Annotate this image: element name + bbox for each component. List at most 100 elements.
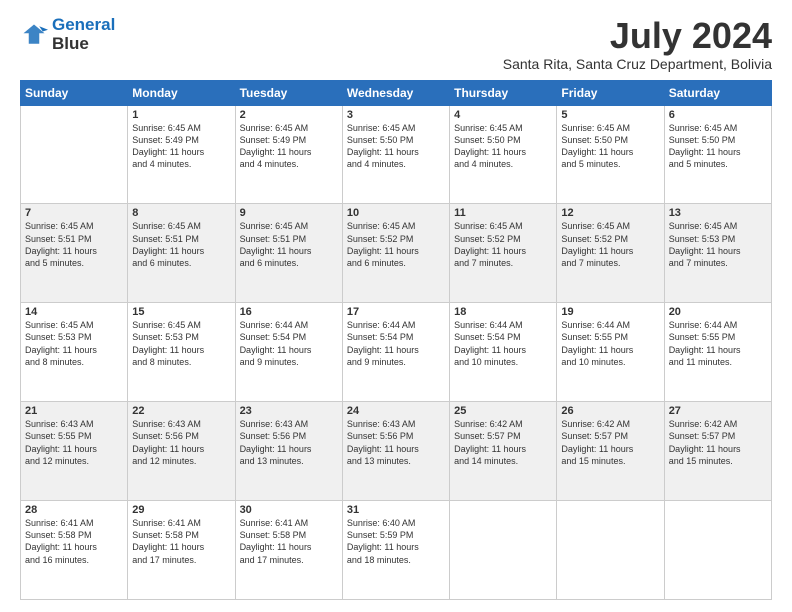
day-number: 22 — [132, 405, 230, 417]
month-year: July 2024 — [503, 16, 772, 56]
logo-bird-icon — [20, 21, 48, 49]
day-header-thursday: Thursday — [450, 80, 557, 105]
day-number: 20 — [669, 306, 767, 318]
day-number: 30 — [240, 504, 338, 516]
day-number: 12 — [561, 207, 659, 219]
calendar-cell: 18Sunrise: 6:44 AMSunset: 5:54 PMDayligh… — [450, 303, 557, 402]
calendar-cell: 22Sunrise: 6:43 AMSunset: 5:56 PMDayligh… — [128, 402, 235, 501]
calendar-cell: 21Sunrise: 6:43 AMSunset: 5:55 PMDayligh… — [21, 402, 128, 501]
day-info: Sunrise: 6:45 AMSunset: 5:53 PMDaylight:… — [669, 220, 767, 269]
day-info: Sunrise: 6:43 AMSunset: 5:56 PMDaylight:… — [240, 418, 338, 467]
day-info: Sunrise: 6:44 AMSunset: 5:55 PMDaylight:… — [669, 319, 767, 368]
calendar-cell: 31Sunrise: 6:40 AMSunset: 5:59 PMDayligh… — [342, 501, 449, 600]
day-number: 25 — [454, 405, 552, 417]
day-info: Sunrise: 6:45 AMSunset: 5:50 PMDaylight:… — [561, 122, 659, 171]
day-info: Sunrise: 6:41 AMSunset: 5:58 PMDaylight:… — [240, 517, 338, 566]
logo: General Blue — [20, 16, 115, 53]
calendar-cell: 5Sunrise: 6:45 AMSunset: 5:50 PMDaylight… — [557, 105, 664, 204]
day-info: Sunrise: 6:45 AMSunset: 5:50 PMDaylight:… — [669, 122, 767, 171]
calendar-header-row: SundayMondayTuesdayWednesdayThursdayFrid… — [21, 80, 772, 105]
day-number: 10 — [347, 207, 445, 219]
calendar-cell: 26Sunrise: 6:42 AMSunset: 5:57 PMDayligh… — [557, 402, 664, 501]
calendar-cell: 20Sunrise: 6:44 AMSunset: 5:55 PMDayligh… — [664, 303, 771, 402]
calendar-week-row: 7Sunrise: 6:45 AMSunset: 5:51 PMDaylight… — [21, 204, 772, 303]
calendar-cell: 11Sunrise: 6:45 AMSunset: 5:52 PMDayligh… — [450, 204, 557, 303]
calendar-cell: 19Sunrise: 6:44 AMSunset: 5:55 PMDayligh… — [557, 303, 664, 402]
calendar-cell: 27Sunrise: 6:42 AMSunset: 5:57 PMDayligh… — [664, 402, 771, 501]
day-info: Sunrise: 6:45 AMSunset: 5:49 PMDaylight:… — [240, 122, 338, 171]
day-number: 3 — [347, 109, 445, 121]
day-info: Sunrise: 6:45 AMSunset: 5:49 PMDaylight:… — [132, 122, 230, 171]
day-info: Sunrise: 6:43 AMSunset: 5:55 PMDaylight:… — [25, 418, 123, 467]
day-info: Sunrise: 6:44 AMSunset: 5:54 PMDaylight:… — [347, 319, 445, 368]
day-number: 11 — [454, 207, 552, 219]
calendar-cell: 3Sunrise: 6:45 AMSunset: 5:50 PMDaylight… — [342, 105, 449, 204]
day-info: Sunrise: 6:42 AMSunset: 5:57 PMDaylight:… — [669, 418, 767, 467]
calendar-cell: 12Sunrise: 6:45 AMSunset: 5:52 PMDayligh… — [557, 204, 664, 303]
calendar-cell: 25Sunrise: 6:42 AMSunset: 5:57 PMDayligh… — [450, 402, 557, 501]
calendar-week-row: 14Sunrise: 6:45 AMSunset: 5:53 PMDayligh… — [21, 303, 772, 402]
day-info: Sunrise: 6:41 AMSunset: 5:58 PMDaylight:… — [132, 517, 230, 566]
calendar-cell: 1Sunrise: 6:45 AMSunset: 5:49 PMDaylight… — [128, 105, 235, 204]
title-block: July 2024 Santa Rita, Santa Cruz Departm… — [503, 16, 772, 72]
calendar-cell: 16Sunrise: 6:44 AMSunset: 5:54 PMDayligh… — [235, 303, 342, 402]
calendar-cell: 10Sunrise: 6:45 AMSunset: 5:52 PMDayligh… — [342, 204, 449, 303]
day-header-tuesday: Tuesday — [235, 80, 342, 105]
calendar-cell: 9Sunrise: 6:45 AMSunset: 5:51 PMDaylight… — [235, 204, 342, 303]
calendar-cell — [664, 501, 771, 600]
calendar-cell — [557, 501, 664, 600]
calendar-cell — [21, 105, 128, 204]
day-info: Sunrise: 6:45 AMSunset: 5:52 PMDaylight:… — [561, 220, 659, 269]
day-number: 4 — [454, 109, 552, 121]
day-number: 23 — [240, 405, 338, 417]
day-number: 5 — [561, 109, 659, 121]
day-info: Sunrise: 6:40 AMSunset: 5:59 PMDaylight:… — [347, 517, 445, 566]
day-header-friday: Friday — [557, 80, 664, 105]
calendar-cell: 6Sunrise: 6:45 AMSunset: 5:50 PMDaylight… — [664, 105, 771, 204]
header: General Blue July 2024 Santa Rita, Santa… — [20, 16, 772, 72]
calendar-cell: 7Sunrise: 6:45 AMSunset: 5:51 PMDaylight… — [21, 204, 128, 303]
day-header-monday: Monday — [128, 80, 235, 105]
location: Santa Rita, Santa Cruz Department, Boliv… — [503, 56, 772, 72]
day-info: Sunrise: 6:45 AMSunset: 5:52 PMDaylight:… — [454, 220, 552, 269]
day-info: Sunrise: 6:45 AMSunset: 5:53 PMDaylight:… — [25, 319, 123, 368]
day-info: Sunrise: 6:44 AMSunset: 5:55 PMDaylight:… — [561, 319, 659, 368]
calendar-cell: 15Sunrise: 6:45 AMSunset: 5:53 PMDayligh… — [128, 303, 235, 402]
day-number: 27 — [669, 405, 767, 417]
day-number: 26 — [561, 405, 659, 417]
calendar-cell: 24Sunrise: 6:43 AMSunset: 5:56 PMDayligh… — [342, 402, 449, 501]
day-number: 17 — [347, 306, 445, 318]
day-info: Sunrise: 6:42 AMSunset: 5:57 PMDaylight:… — [454, 418, 552, 467]
day-number: 15 — [132, 306, 230, 318]
day-header-saturday: Saturday — [664, 80, 771, 105]
day-number: 18 — [454, 306, 552, 318]
day-number: 6 — [669, 109, 767, 121]
day-info: Sunrise: 6:44 AMSunset: 5:54 PMDaylight:… — [240, 319, 338, 368]
day-number: 8 — [132, 207, 230, 219]
day-header-wednesday: Wednesday — [342, 80, 449, 105]
calendar-table: SundayMondayTuesdayWednesdayThursdayFrid… — [20, 80, 772, 600]
calendar-cell: 14Sunrise: 6:45 AMSunset: 5:53 PMDayligh… — [21, 303, 128, 402]
calendar-cell: 13Sunrise: 6:45 AMSunset: 5:53 PMDayligh… — [664, 204, 771, 303]
calendar-cell: 28Sunrise: 6:41 AMSunset: 5:58 PMDayligh… — [21, 501, 128, 600]
calendar-cell: 23Sunrise: 6:43 AMSunset: 5:56 PMDayligh… — [235, 402, 342, 501]
day-number: 14 — [25, 306, 123, 318]
day-number: 9 — [240, 207, 338, 219]
page: General Blue July 2024 Santa Rita, Santa… — [0, 0, 792, 612]
day-info: Sunrise: 6:45 AMSunset: 5:53 PMDaylight:… — [132, 319, 230, 368]
calendar-cell: 29Sunrise: 6:41 AMSunset: 5:58 PMDayligh… — [128, 501, 235, 600]
day-number: 24 — [347, 405, 445, 417]
day-header-sunday: Sunday — [21, 80, 128, 105]
day-info: Sunrise: 6:45 AMSunset: 5:51 PMDaylight:… — [25, 220, 123, 269]
day-info: Sunrise: 6:44 AMSunset: 5:54 PMDaylight:… — [454, 319, 552, 368]
calendar-cell: 30Sunrise: 6:41 AMSunset: 5:58 PMDayligh… — [235, 501, 342, 600]
day-number: 19 — [561, 306, 659, 318]
calendar-cell: 17Sunrise: 6:44 AMSunset: 5:54 PMDayligh… — [342, 303, 449, 402]
day-info: Sunrise: 6:42 AMSunset: 5:57 PMDaylight:… — [561, 418, 659, 467]
calendar-cell: 2Sunrise: 6:45 AMSunset: 5:49 PMDaylight… — [235, 105, 342, 204]
logo-text: General Blue — [52, 16, 115, 53]
day-info: Sunrise: 6:45 AMSunset: 5:52 PMDaylight:… — [347, 220, 445, 269]
day-number: 31 — [347, 504, 445, 516]
calendar-week-row: 28Sunrise: 6:41 AMSunset: 5:58 PMDayligh… — [21, 501, 772, 600]
day-info: Sunrise: 6:43 AMSunset: 5:56 PMDaylight:… — [132, 418, 230, 467]
